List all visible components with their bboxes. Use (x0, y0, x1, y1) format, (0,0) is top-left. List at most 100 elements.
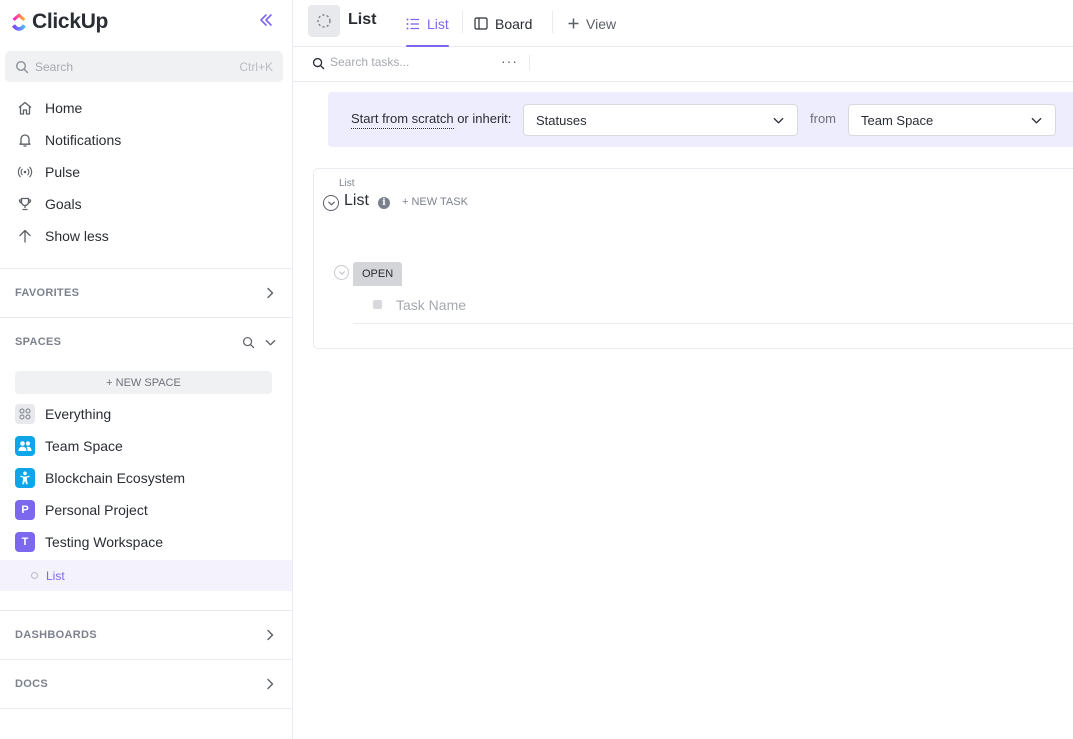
trophy-icon (16, 195, 34, 213)
task-status-square (373, 300, 382, 309)
dashboards-section: DASHBOARDS (0, 610, 292, 659)
space-item-testing-workspace[interactable]: T Testing Workspace (0, 526, 292, 558)
banner-prompt-rest: or inherit: (453, 111, 512, 126)
space-item-personal-project[interactable]: P Personal Project (0, 494, 292, 526)
space-item-label: Blockchain Ecosystem (45, 470, 186, 486)
spaces-list: Everything Team Space Blockchain Ecosyst… (0, 398, 292, 558)
sidebar-search-input[interactable] (35, 59, 240, 74)
collapse-sidebar-button[interactable] (258, 12, 274, 32)
docs-section: DOCS (0, 659, 292, 709)
chevron-right-icon (263, 677, 277, 691)
tab-label: Board (495, 15, 533, 32)
task-name-input[interactable] (396, 296, 796, 313)
space-item-blockchain-ecosystem[interactable]: Blockchain Ecosystem (0, 462, 292, 494)
nav-item-home[interactable]: Home (0, 92, 292, 124)
sidebar-search[interactable]: Ctrl+K (5, 51, 283, 82)
chevron-down-icon (1031, 117, 1042, 123)
status-badge: OPEN (353, 262, 403, 286)
new-task-button[interactable]: + NEW TASK (402, 196, 468, 208)
search-icon (312, 57, 325, 70)
collapse-list-button[interactable] (323, 195, 339, 211)
statuses-dropdown[interactable]: Statuses (523, 104, 798, 136)
sidebar-list-label: List (46, 568, 65, 583)
favorites-header[interactable]: FAVORITES (0, 269, 292, 317)
banner-prompt-link[interactable]: Start from scratch (351, 111, 454, 129)
people-icon (15, 436, 35, 456)
tab-list[interactable]: List (406, 0, 449, 47)
list-group-card: List List i + NEW TASK OPEN (313, 168, 1073, 349)
dashboards-title: DASHBOARDS (15, 629, 97, 641)
tab-divider (462, 11, 463, 33)
new-task-row (353, 286, 1073, 324)
bell-icon (16, 131, 34, 149)
clickup-logo[interactable]: ClickUp (10, 8, 108, 36)
spaces-title: SPACES (15, 336, 62, 348)
nav-item-show-less[interactable]: Show less (0, 220, 292, 252)
docs-title: DOCS (15, 678, 48, 690)
sidebar: ClickUp Ctrl+K Home Notifications Pulse … (0, 0, 293, 739)
nav-item-label: Notifications (45, 132, 122, 148)
view-header: List List Board View (293, 0, 1073, 47)
chevron-right-icon (263, 628, 277, 642)
search-shortcut: Ctrl+K (239, 59, 273, 74)
add-view-button[interactable]: View (568, 0, 616, 47)
space-avatar: T (15, 532, 35, 552)
new-space-button[interactable]: + NEW SPACE (15, 371, 272, 394)
spaces-section: SPACES (0, 317, 292, 366)
clickup-logo-icon (12, 13, 26, 31)
nav-item-label: Pulse (45, 164, 81, 180)
nav-item-notifications[interactable]: Notifications (0, 124, 292, 156)
chevron-down-icon (773, 117, 784, 123)
space-item-label: Testing Workspace (45, 534, 164, 550)
add-view-label: View (586, 15, 617, 32)
list-dot-icon (31, 572, 38, 579)
favorites-title: FAVORITES (15, 287, 80, 299)
chevron-down-icon (327, 201, 335, 205)
status-template-banner: Start from scratch or inherit: Statuses … (328, 92, 1073, 147)
space-item-label: Team Space (45, 438, 123, 454)
banner-prompt: Start from scratch or inherit: (351, 111, 512, 129)
docs-header[interactable]: DOCS (0, 660, 292, 708)
chevron-right-icon (263, 286, 277, 300)
space-item-label: Everything (45, 406, 112, 422)
main-nav: Home Notifications Pulse Goals Show less (0, 92, 292, 252)
nav-item-goals[interactable]: Goals (0, 188, 292, 220)
favorites-section: FAVORITES (0, 268, 292, 317)
tab-board[interactable]: Board (474, 0, 532, 47)
info-icon[interactable]: i (378, 197, 390, 209)
list-icon-button[interactable] (308, 5, 340, 37)
search-icon (15, 60, 29, 73)
double-chevron-left-icon (260, 14, 272, 26)
dashed-circle-icon (317, 14, 331, 28)
page-title: List (348, 11, 377, 28)
logo-text: ClickUp (32, 10, 109, 33)
from-label: from (810, 111, 836, 126)
list-icon (406, 18, 420, 30)
space-dropdown-value: Team Space (861, 112, 934, 128)
chevron-down-icon (338, 270, 345, 275)
grid-icon (15, 404, 35, 424)
search-icon[interactable] (242, 336, 255, 349)
dashboards-header[interactable]: DASHBOARDS (0, 611, 292, 659)
arrow-up-icon (16, 227, 34, 245)
space-item-team-space[interactable]: Team Space (0, 430, 292, 462)
spaces-header[interactable]: SPACES (0, 318, 292, 366)
pulse-icon (16, 163, 34, 181)
sidebar-list-item[interactable]: List (0, 560, 292, 591)
tab-divider (552, 11, 553, 33)
nav-item-pulse[interactable]: Pulse (0, 156, 292, 188)
collapse-status-button[interactable] (334, 265, 349, 280)
person-icon (15, 468, 35, 488)
board-icon (474, 17, 488, 30)
breadcrumb: List (339, 178, 355, 189)
space-dropdown[interactable]: Team Space (848, 104, 1056, 136)
space-item-label: Personal Project (45, 502, 148, 518)
list-toolbar: ··· (293, 47, 1073, 82)
more-options-button[interactable]: ··· (501, 53, 518, 69)
spaces-controls (242, 336, 277, 349)
chevron-down-icon[interactable] (264, 336, 277, 349)
home-icon (16, 99, 34, 117)
space-item-everything[interactable]: Everything (0, 398, 292, 430)
task-search-input[interactable] (330, 55, 490, 69)
list-title: List (344, 192, 369, 209)
